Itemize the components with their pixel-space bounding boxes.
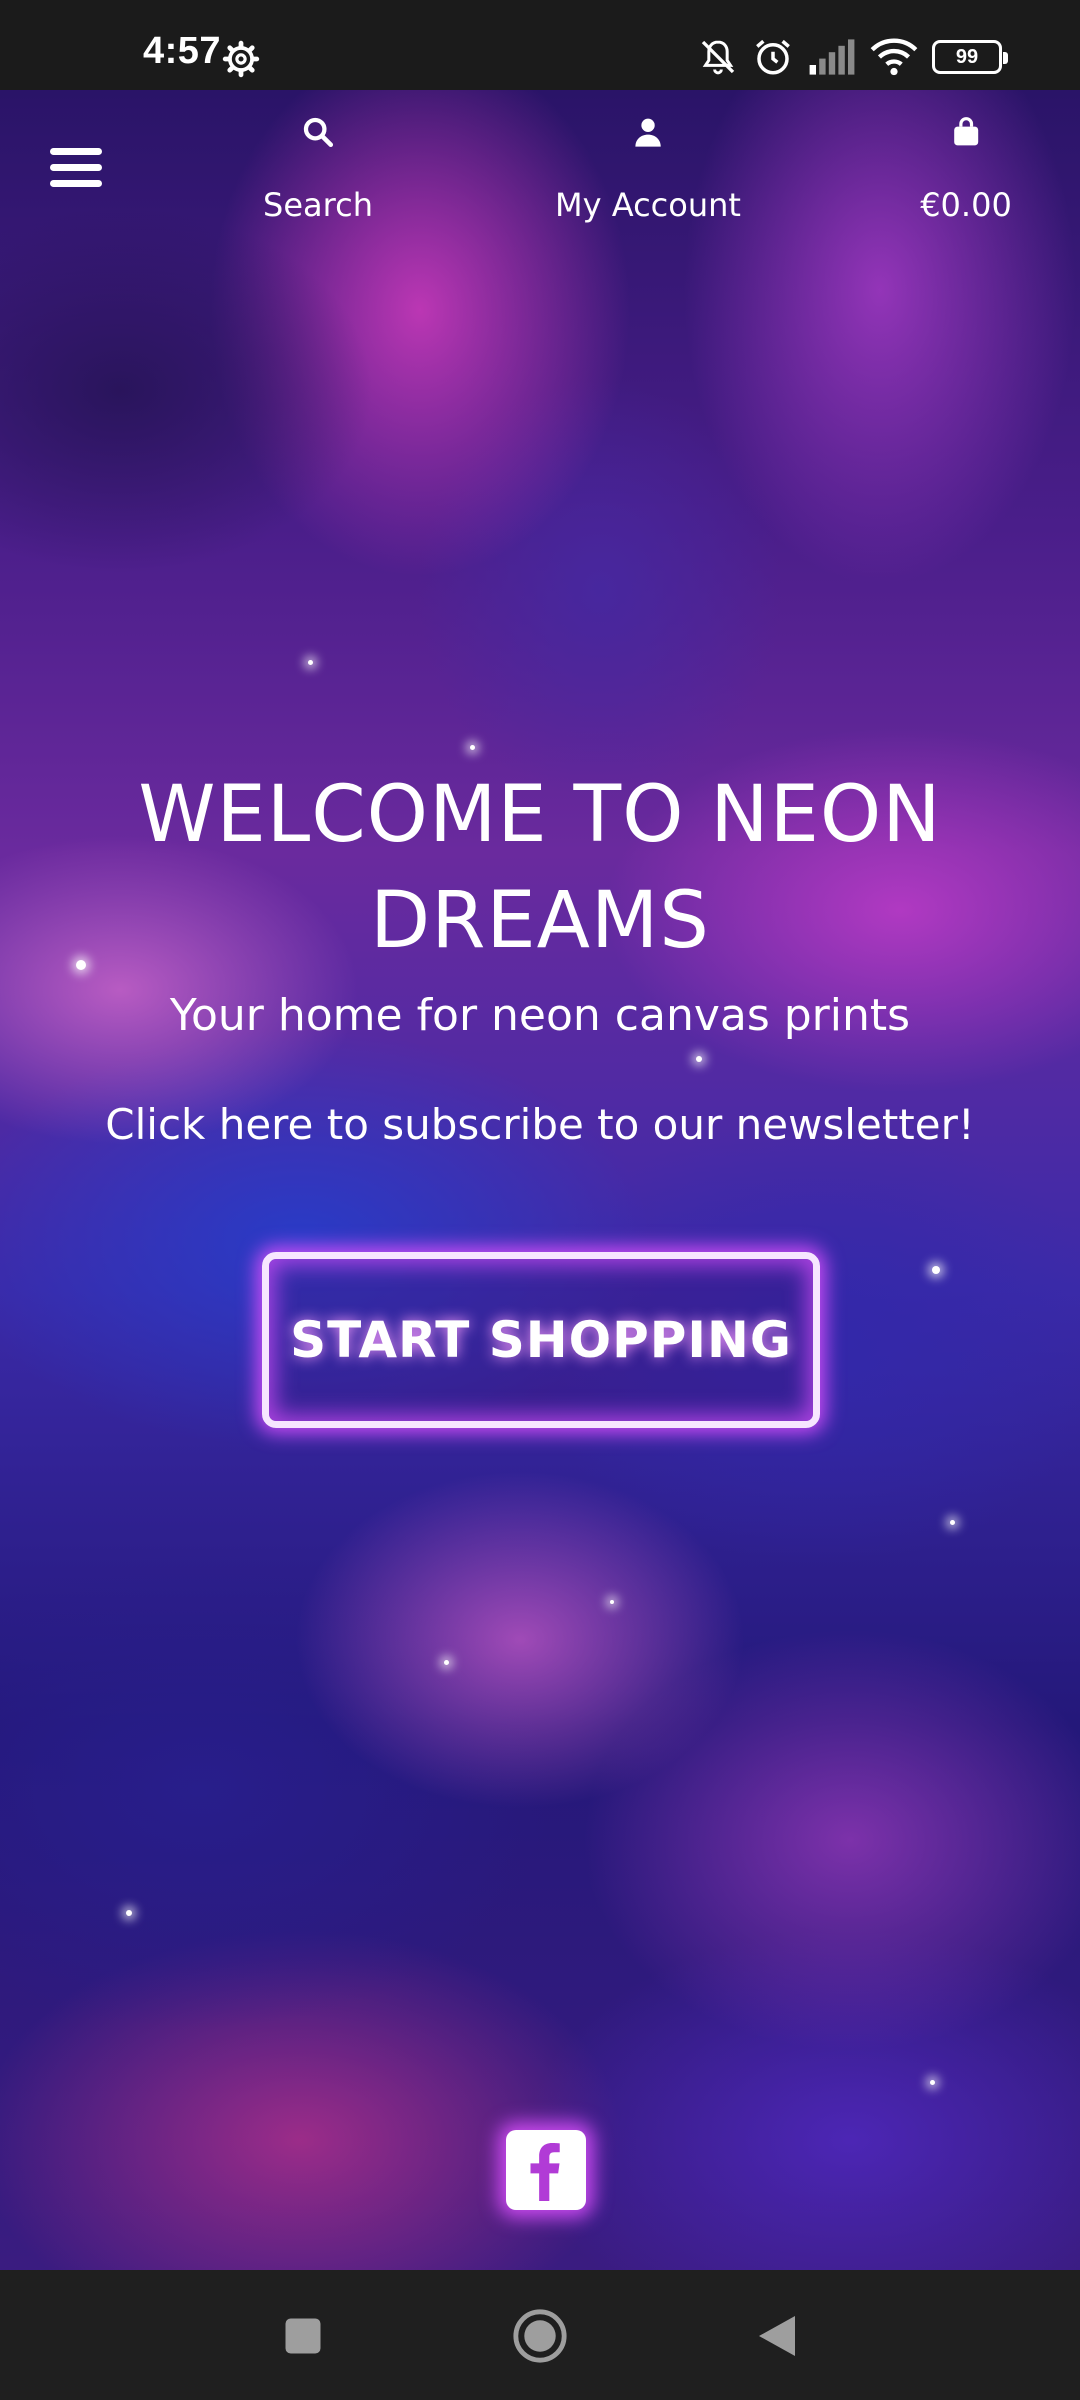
mute-icon (701, 40, 735, 75)
start-shopping-button[interactable]: START SHOPPING (262, 1252, 820, 1428)
cart-total: €0.00 (920, 186, 1012, 224)
newsletter-suffix: to subscribe to our newsletter! (326, 1100, 975, 1149)
star-decoration (470, 745, 475, 750)
facebook-icon[interactable] (506, 2130, 586, 2210)
shopping-bag-icon (953, 117, 978, 146)
settings-icon (222, 40, 260, 78)
facebook-logo-glyph (530, 2142, 560, 2201)
home-icon (513, 2309, 567, 2363)
newsletter-prompt: Click here to subscribe to our newslette… (20, 1100, 1060, 1149)
user-icon (635, 118, 661, 147)
search-icon (303, 117, 334, 148)
star-decoration (126, 1910, 132, 1916)
newsletter-link[interactable]: here (219, 1100, 314, 1149)
newsletter-prefix: Click (105, 1100, 206, 1149)
hero-subtitle: Your home for neon canvas prints (169, 990, 911, 1041)
page-title: WELCOME TO NEON DREAMS (138, 770, 942, 966)
back-button[interactable] (745, 2304, 809, 2368)
nav-my-account-label: My Account (555, 186, 741, 224)
battery-icon: 99 (932, 40, 1008, 74)
wifi-icon (870, 38, 918, 76)
status-time: 4:57 (143, 30, 222, 72)
star-decoration (308, 660, 313, 665)
star-decoration (950, 1520, 955, 1525)
hamburger-menu-icon[interactable] (50, 148, 104, 194)
battery-level: 99 (955, 45, 979, 68)
recents-icon (285, 2318, 321, 2354)
alarm-icon (756, 39, 790, 75)
status-icons: 99 (698, 32, 1010, 82)
start-shopping-label: START SHOPPING (290, 1311, 792, 1369)
recents-button[interactable] (271, 2304, 335, 2368)
star-decoration (610, 1600, 614, 1604)
nav-cart[interactable]: €0.00 (920, 112, 1012, 224)
hero-background: Search My Account €0.00 WELCOME TO NEON … (0, 90, 1080, 2270)
star-decoration (696, 1056, 702, 1062)
signal-icon (809, 39, 855, 75)
nav-my-account[interactable]: My Account (555, 112, 741, 224)
star-decoration (932, 1266, 940, 1274)
nav-search[interactable]: Search (263, 112, 373, 224)
nav-search-label: Search (263, 186, 373, 224)
star-decoration (444, 1660, 449, 1665)
back-icon (759, 2316, 795, 2356)
home-button[interactable] (508, 2304, 572, 2368)
status-bar: 4:57 99 (0, 0, 1080, 90)
system-navigation-bar (0, 2270, 1080, 2400)
star-decoration (930, 2080, 935, 2085)
